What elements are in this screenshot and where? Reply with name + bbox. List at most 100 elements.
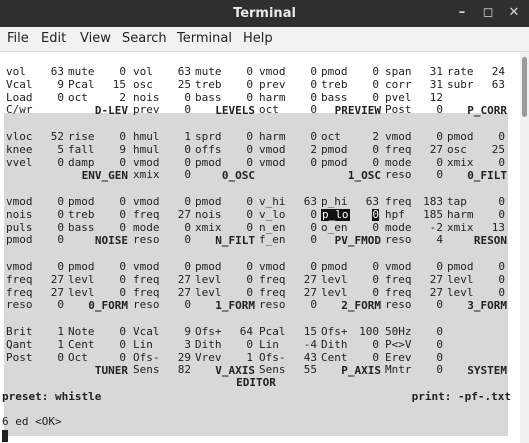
- param-cell[interactable]: Post 0: [6, 351, 66, 364]
- param-cell[interactable]: Cent 0: [321, 351, 381, 364]
- param-cell[interactable]: pmod 0: [321, 156, 381, 169]
- param-cell[interactable]: pmod 0: [195, 156, 255, 169]
- param-cell[interactable]: pmod 0: [68, 196, 128, 208]
- param-cell[interactable]: Load 0: [6, 91, 66, 104]
- param-cell[interactable]: p_lo 0: [321, 208, 381, 221]
- param-cell[interactable]: p_hi 63: [321, 196, 381, 208]
- param-cell[interactable]: Lin -4: [259, 338, 319, 351]
- param-cell[interactable]: hmul 1: [133, 131, 193, 143]
- param-cell[interactable]: Cent 0: [68, 338, 128, 351]
- param-cell[interactable]: Ofs- 43: [259, 351, 319, 364]
- param-cell[interactable]: Ofs- 29: [133, 351, 193, 364]
- param-cell[interactable]: v_lo 0: [259, 208, 319, 221]
- param-cell[interactable]: damp 0: [68, 156, 128, 169]
- param-cell[interactable]: rise 0: [68, 131, 128, 143]
- param-cell[interactable]: knee 5: [6, 143, 66, 156]
- param-cell[interactable]: vmod 0: [259, 261, 319, 273]
- param-cell[interactable]: vol 63: [133, 66, 193, 78]
- param-cell[interactable]: bass 0: [321, 91, 381, 104]
- param-cell[interactable]: pmod 0: [195, 261, 255, 273]
- param-cell[interactable]: levl 0: [68, 273, 128, 286]
- param-cell[interactable]: freq 27: [6, 273, 66, 286]
- param-cell[interactable]: Pcal 15: [68, 78, 128, 91]
- param-cell[interactable]: puls 0: [6, 221, 66, 234]
- menu-view[interactable]: View: [80, 31, 111, 46]
- minimize-icon[interactable]: –: [452, 4, 472, 22]
- param-cell[interactable]: treb 0: [68, 208, 128, 221]
- param-cell[interactable]: levl 0: [321, 286, 381, 299]
- param-cell[interactable]: osc 25: [133, 78, 193, 91]
- param-cell[interactable]: pmod 0: [321, 66, 381, 78]
- param-cell[interactable]: Oct 0: [68, 351, 128, 364]
- param-cell[interactable]: freq 27: [6, 286, 66, 299]
- param-cell[interactable]: vmod 0: [259, 156, 319, 169]
- param-cell[interactable]: offs 0: [195, 143, 255, 156]
- param-cell[interactable]: vmod 0: [385, 261, 445, 273]
- param-cell[interactable]: treb 0: [195, 78, 255, 91]
- param-cell[interactable]: vmod 0: [385, 131, 445, 143]
- param-cell[interactable]: tap 0: [447, 196, 507, 208]
- param-cell[interactable]: hmul 0: [133, 143, 193, 156]
- menu-terminal[interactable]: Terminal: [177, 31, 232, 46]
- close-icon[interactable]: ✕: [504, 4, 524, 22]
- param-cell[interactable]: Erev 0: [385, 351, 445, 364]
- param-cell[interactable]: freq 27: [133, 208, 193, 221]
- param-cell[interactable]: span 31: [385, 66, 445, 78]
- param-cell[interactable]: Vcal 9: [6, 78, 66, 91]
- param-cell[interactable]: mute 0: [195, 66, 255, 78]
- param-cell[interactable]: vmod 0: [133, 261, 193, 273]
- param-cell[interactable]: Note 0: [68, 326, 128, 338]
- param-cell[interactable]: Ofs+ 64: [195, 326, 255, 338]
- param-cell[interactable]: vloc 52: [6, 131, 66, 143]
- param-cell[interactable]: Dith 0: [195, 338, 255, 351]
- param-cell[interactable]: n_en 0: [259, 221, 319, 234]
- param-cell[interactable]: freq 27: [385, 273, 445, 286]
- param-cell[interactable]: mode 0: [133, 221, 193, 234]
- param-cell[interactable]: Ofs+ 100: [321, 326, 381, 338]
- param-cell[interactable]: subr 63: [447, 78, 507, 91]
- param-cell[interactable]: v_hi 63: [259, 196, 319, 208]
- param-cell[interactable]: corr 31: [385, 78, 445, 91]
- param-cell[interactable]: pmod 0: [68, 261, 128, 273]
- param-cell[interactable]: mute 0: [68, 66, 128, 78]
- param-cell[interactable]: Pcal 15: [259, 326, 319, 338]
- param-cell[interactable]: Qant 1: [6, 338, 66, 351]
- param-cell[interactable]: Dith 0: [321, 338, 381, 351]
- param-cell[interactable]: freq 27: [133, 273, 193, 286]
- menu-help[interactable]: Help: [243, 31, 273, 46]
- param-cell[interactable]: freq 183: [385, 196, 445, 208]
- param-cell[interactable]: oct 2: [321, 131, 381, 143]
- param-cell[interactable]: levl 0: [68, 286, 128, 299]
- param-cell[interactable]: vmod 0: [6, 196, 66, 208]
- param-cell[interactable]: levl 0: [195, 273, 255, 286]
- param-cell[interactable]: vmod 0: [133, 196, 193, 208]
- param-cell[interactable]: bass 0: [195, 91, 255, 104]
- param-cell[interactable]: levl 0: [321, 273, 381, 286]
- param-cell[interactable]: harm 0: [259, 131, 319, 143]
- param-cell[interactable]: pvel 12: [385, 91, 445, 104]
- param-cell[interactable]: rate 24: [447, 66, 507, 78]
- param-cell[interactable]: xmix 0: [447, 156, 507, 169]
- param-cell[interactable]: bass 0: [68, 221, 128, 234]
- param-cell[interactable]: freq 27: [259, 273, 319, 286]
- param-cell[interactable]: pmod 0: [195, 196, 255, 208]
- param-cell[interactable]: nois 0: [6, 208, 66, 221]
- param-cell[interactable]: freq 27: [133, 286, 193, 299]
- maximize-icon[interactable]: ◻: [478, 4, 498, 22]
- param-cell[interactable]: mode 0: [385, 156, 445, 169]
- param-cell[interactable]: fall 9: [68, 143, 128, 156]
- param-cell[interactable]: Brit 1: [6, 326, 66, 338]
- param-cell[interactable]: Vrev 1: [195, 351, 255, 364]
- param-cell[interactable]: freq 27: [385, 143, 445, 156]
- param-cell[interactable]: 50Hz 0: [385, 326, 445, 338]
- param-cell[interactable]: levl 0: [447, 273, 507, 286]
- param-cell[interactable]: oct 2: [68, 91, 128, 104]
- param-cell[interactable]: nois 0: [133, 91, 193, 104]
- param-cell[interactable]: mode -2: [385, 221, 445, 234]
- scrollbar-thumb[interactable]: [522, 57, 527, 117]
- param-cell[interactable]: treb 0: [321, 78, 381, 91]
- param-cell[interactable]: vol 63: [6, 66, 66, 78]
- param-cell[interactable]: prev 0: [259, 78, 319, 91]
- menu-edit[interactable]: Edit: [41, 31, 66, 46]
- param-cell[interactable]: Vcal 9: [133, 326, 193, 338]
